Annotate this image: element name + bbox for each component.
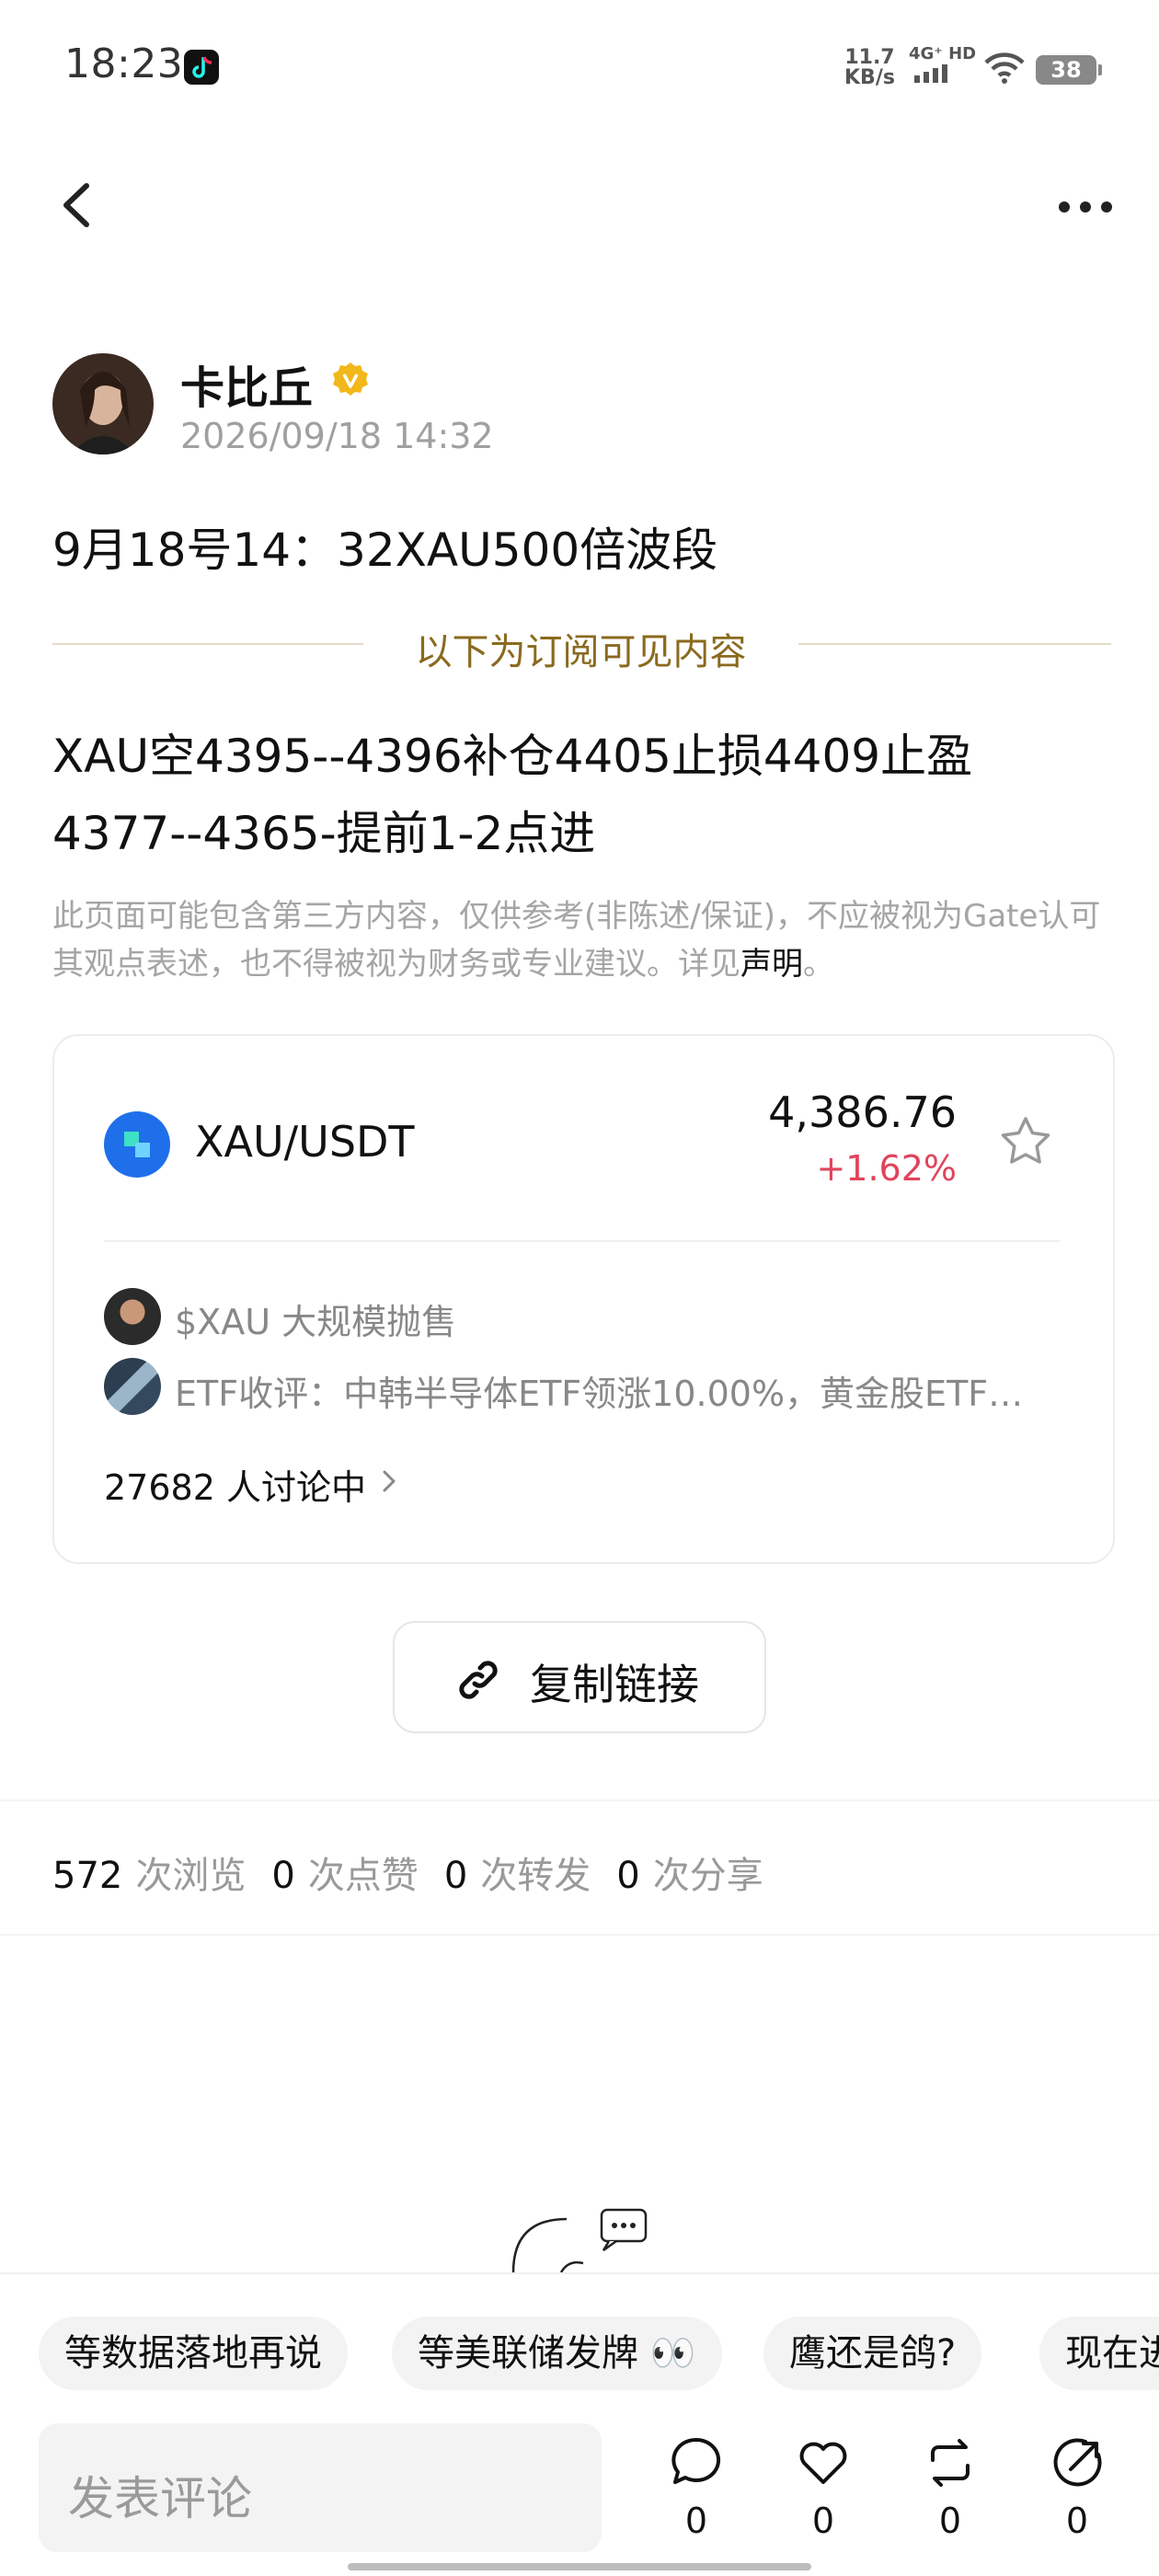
battery-icon: 38 [1036,55,1102,85]
post-body-line: 4377--4365-提前1-2点进 [52,807,596,860]
post-title: 9月18号14：32XAU500倍波段 [52,523,718,577]
repost-count: 0 [938,2501,962,2541]
status-time: 18:23 [64,40,184,87]
comment-count: 0 [684,2501,708,2541]
empty-comments-illustration [506,2208,653,2273]
coin-logo-icon [104,1111,170,1178]
share-count: 0 [1065,2501,1089,2541]
author-name[interactable]: 卡比丘 [180,351,313,416]
news-avatar [104,1358,161,1415]
author-avatar[interactable] [52,353,154,454]
reposts-unit: 次转发 [480,1855,591,1897]
net-speed-value: 11.7 [844,46,895,69]
discussion-count[interactable]: 27682 人讨论中 [104,1459,366,1510]
more-dots-icon [1059,201,1112,213]
post-body-line: XAU空4395--4396补仓4405止损4409止盈 [52,730,973,783]
signal-icon: 4G⁺ HD [909,46,976,86]
news-item[interactable]: $XAU 大规模抛售 [175,1294,1058,1344]
shares-count: 0 [616,1855,640,1897]
price-change: +1.62% [816,1148,957,1189]
card-divider [104,1240,1061,1242]
home-indicator[interactable] [348,2563,811,2570]
divider-right [798,643,1111,645]
post-timestamp: 2026/09/18 14:32 [180,416,494,456]
chevron-right-icon[interactable] [375,1463,403,1500]
like-count: 0 [811,2501,835,2541]
stats-divider [0,1800,1159,1801]
more-button[interactable] [1049,184,1122,230]
views-count: 572 [52,1855,123,1897]
quick-reply-chip[interactable]: 鹰还是鸽? [763,2317,982,2390]
disclaimer-text: 此页面可能包含第三方内容，仅供参考(非陈述/保证)，不应被视为Gate认可其观点… [52,898,1101,983]
quick-reply-chip[interactable]: 等数据落地再说 [39,2317,348,2390]
comment-icon[interactable] [668,2434,725,2491]
net-speed: 11.7 KB/s [844,48,895,88]
divider-left [52,643,363,645]
pair-price: 4,386.76 [768,1087,957,1137]
comment-placeholder: 发表评论 [68,2472,252,2525]
post-stats: 572 次浏览 0 次点赞 0 次转发 0 次分享 [52,1846,789,1899]
views-unit: 次浏览 [135,1855,247,1897]
wifi-icon [982,52,1027,88]
disclaimer: 此页面可能包含第三方内容，仅供参考(非陈述/保证)，不应被视为Gate认可其观点… [52,892,1110,988]
back-chevron-icon [63,183,89,227]
quick-reply-chip[interactable]: 等美联储发牌 👀 [392,2317,722,2390]
back-button[interactable] [52,175,107,236]
news-avatar [104,1288,161,1345]
share-icon[interactable] [1049,2434,1106,2491]
post-body: XAU空4395--4396补仓4405止损4409止盈 4377--4365-… [52,718,1110,872]
signal-label: 4G⁺ HD [909,44,977,63]
shares-unit: 次分享 [652,1855,763,1897]
favorite-star-icon[interactable] [997,1113,1054,1170]
stats-divider [0,1934,1159,1936]
copy-link-label: 复制链接 [530,1660,699,1709]
likes-unit: 次点赞 [307,1855,419,1897]
disclaimer-end: 。 [803,946,834,983]
quick-reply-chip[interactable]: 现在进 [1039,2317,1159,2390]
tiktok-icon [184,50,219,85]
like-heart-icon[interactable] [795,2434,852,2491]
disclaimer-link[interactable]: 声明 [740,946,803,983]
reposts-count: 0 [443,1855,468,1897]
subscriber-content-label: 以下为订阅可见内容 [415,631,747,673]
repost-icon[interactable] [922,2434,979,2491]
likes-count: 0 [271,1855,295,1897]
net-speed-unit: KB/s [844,66,895,89]
verified-badge-icon [331,361,370,399]
news-item[interactable]: ETF收评：中韩半导体ETF领涨10.00%，黄金股ETF领跌 [175,1365,1058,1416]
trading-pair[interactable]: XAU/USDT [195,1117,415,1167]
link-icon [451,1652,506,1708]
